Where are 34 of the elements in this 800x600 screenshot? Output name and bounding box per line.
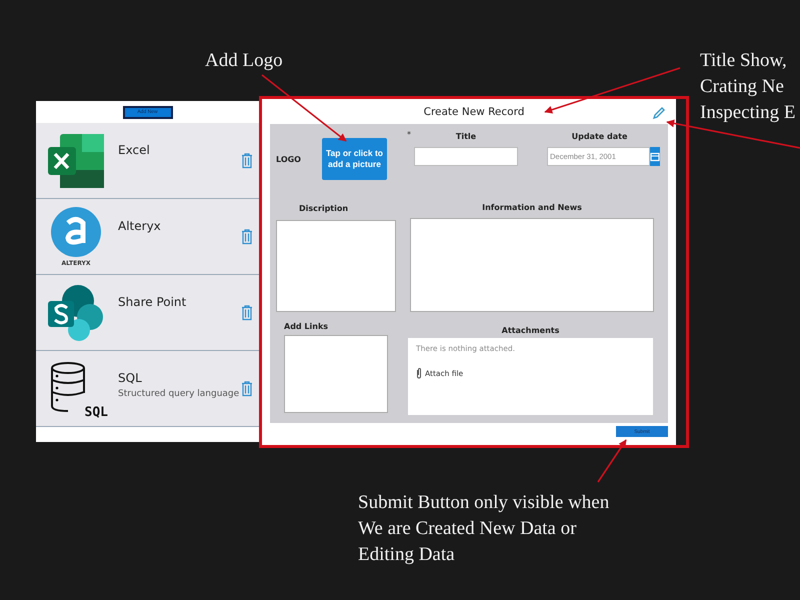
title-label: Title [456, 132, 476, 141]
annotation-text: Submit Button only visible when We are Created New Data or Editing Data [358, 491, 610, 567]
sharepoint-logo-icon [46, 282, 106, 342]
delete-icon[interactable] [241, 380, 253, 397]
item-subtitle: Structured query language [118, 389, 240, 399]
item-title: SQL [118, 371, 143, 385]
paperclip-icon [416, 367, 422, 379]
item-title: Share Point [118, 295, 188, 309]
item-title: Alteryx [118, 219, 162, 233]
edit-icon[interactable] [652, 106, 666, 120]
attachments-label: Attachments [502, 326, 560, 335]
list-item[interactable]: Excel [36, 123, 259, 199]
title-input[interactable] [414, 147, 518, 166]
logo-caption: SQL [84, 404, 108, 420]
item-title: Excel [118, 143, 151, 157]
links-input[interactable] [284, 335, 388, 413]
information-label: Information and News [482, 203, 582, 212]
description-label: Discription [299, 204, 348, 213]
delete-icon[interactable] [241, 304, 253, 321]
calendar-button[interactable] [650, 147, 660, 166]
links-label: Add Links [284, 322, 328, 331]
list-item[interactable]: SQL SQL Structured query language [36, 351, 259, 427]
description-input[interactable] [276, 220, 396, 312]
logo-label: LOGO [276, 155, 302, 164]
required-mark: * [407, 130, 411, 139]
information-input[interactable] [410, 218, 654, 312]
annotation-text: Title Show, Crating Ne Inspecting E [700, 49, 796, 125]
delete-icon[interactable] [241, 228, 253, 245]
form-title: Create New Record [424, 106, 524, 118]
delete-icon[interactable] [241, 152, 253, 169]
add-picture-button[interactable]: Tap or click to add a picture [322, 138, 387, 180]
update-date-label: Update date [572, 132, 628, 141]
annotation-text: Add Logo [205, 49, 283, 73]
list-item[interactable]: Share Point [36, 275, 259, 351]
